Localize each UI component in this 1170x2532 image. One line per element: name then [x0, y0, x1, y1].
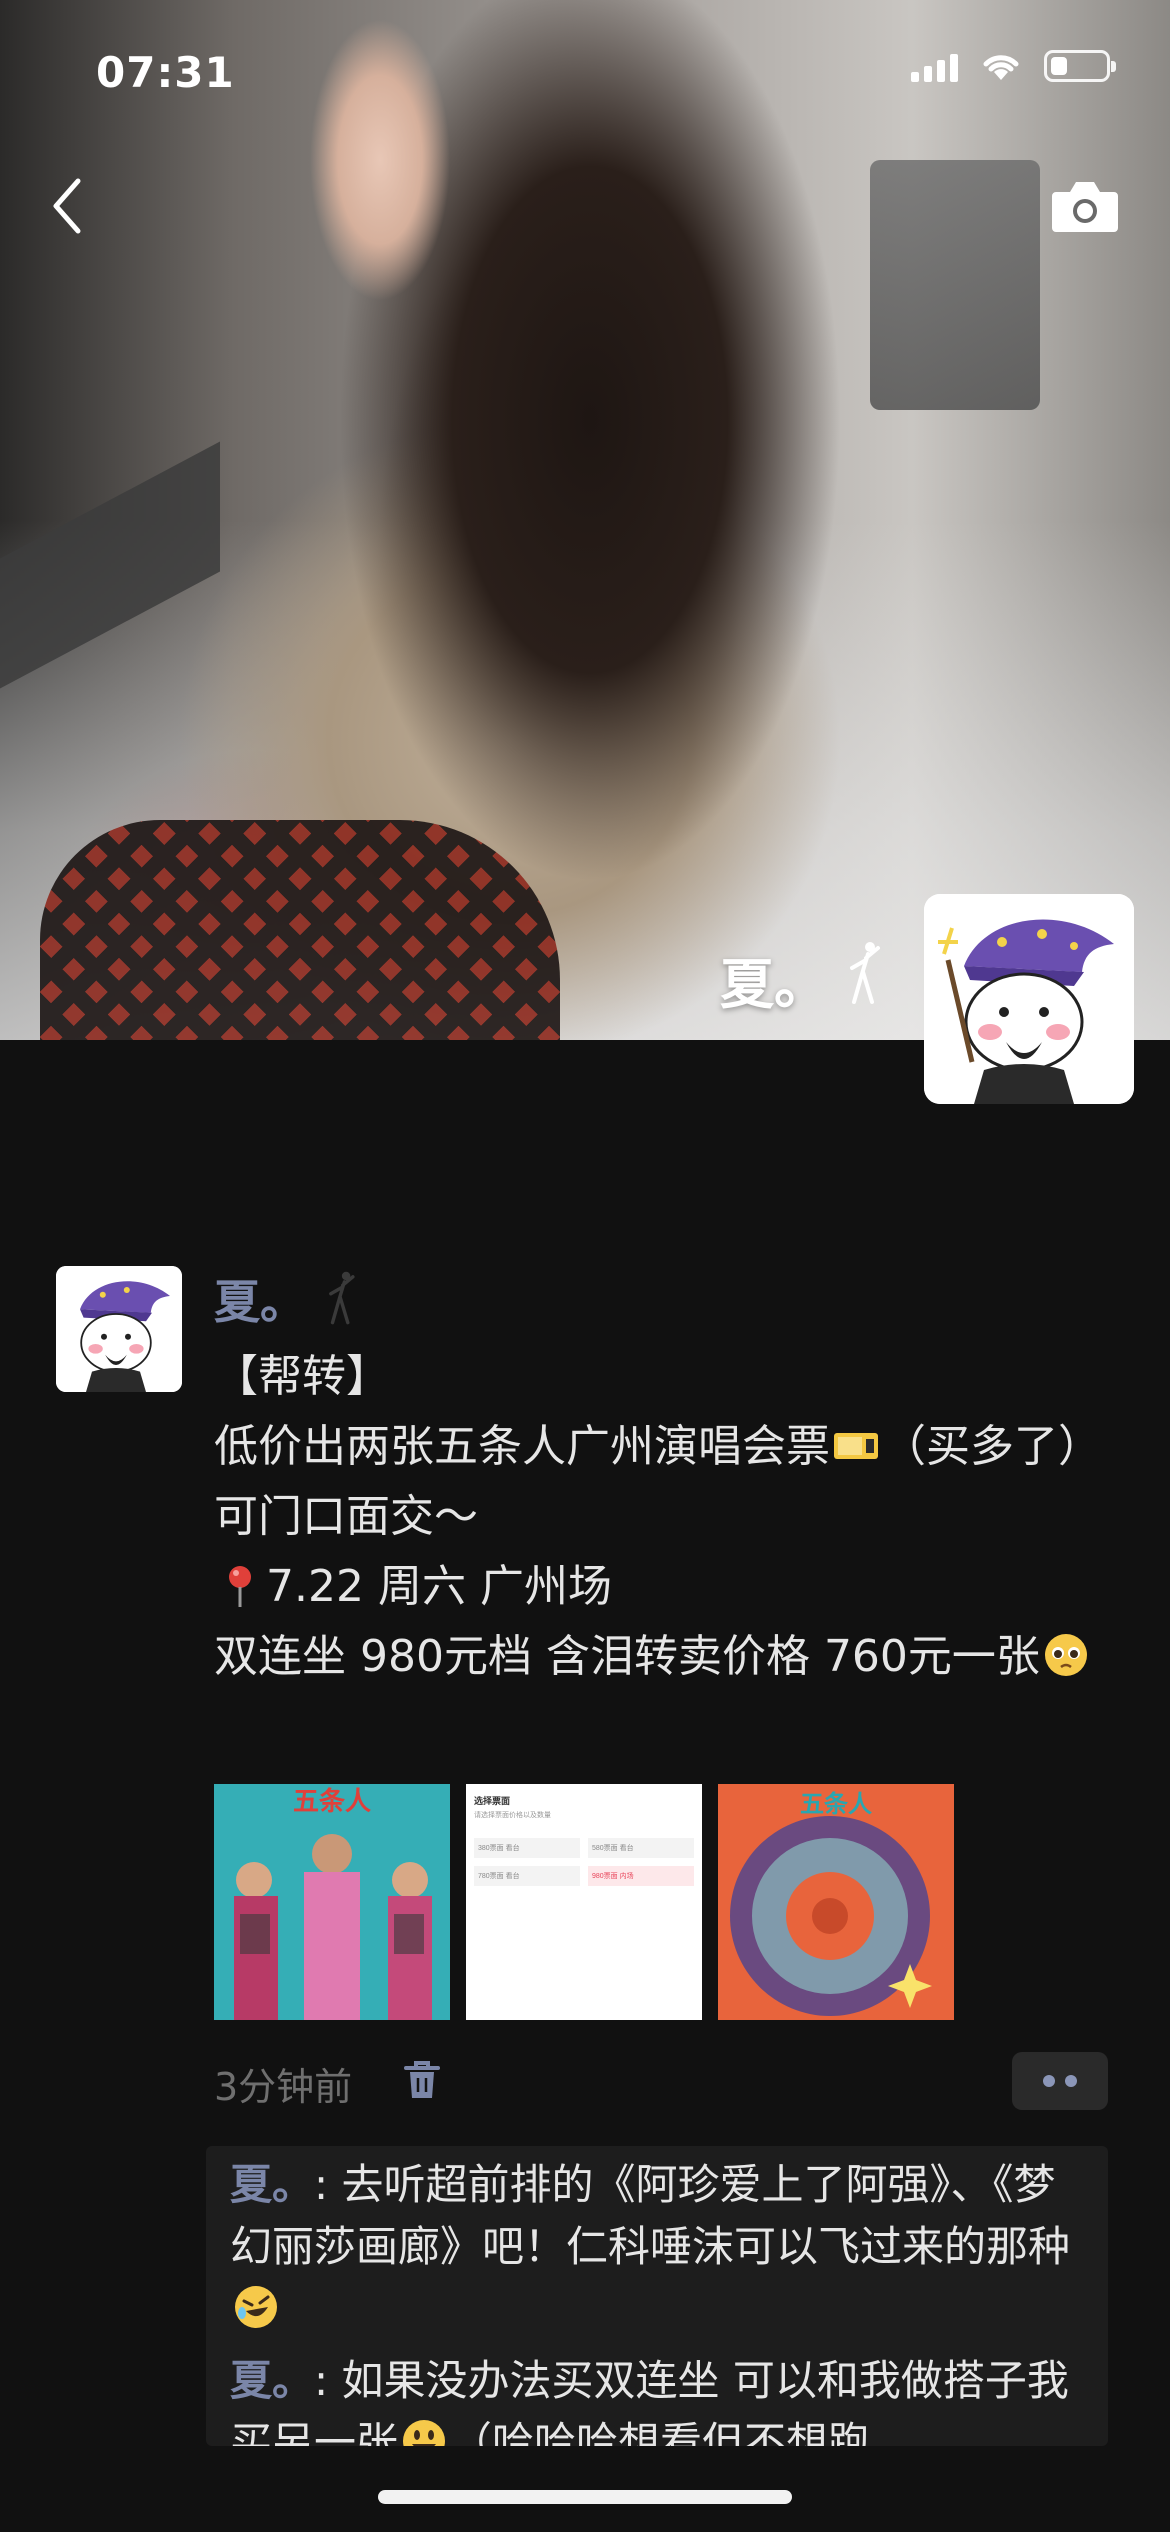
- ticket-screenshot-subheader: 请选择票面价格以及数量: [474, 1812, 551, 1819]
- band-photo-illustration: 五条人: [214, 1784, 450, 2020]
- comment-item[interactable]: 夏。: 去听超前排的《阿珍爱上了阿强》、《梦幻丽莎画廊》吧！仁科唾沫可以飞过来的…: [230, 2154, 1086, 2340]
- cover-photo[interactable]: [0, 0, 1170, 1040]
- round-pushpin-icon: [229, 1566, 251, 1607]
- more-actions-button[interactable]: [1012, 2052, 1108, 2110]
- comment-text: 去听超前排的《阿珍爱上了阿强》、《梦幻丽莎画廊》吧！仁科唾沫可以飞过来的那种: [230, 2160, 1071, 2271]
- post-body: 【帮转】 低价出两张五条人广州演唱会票 （买多了）可门口面交～ 7.22 周六 广…: [214, 1342, 1094, 1692]
- svg-text:五条人: 五条人: [800, 1790, 872, 1818]
- trash-icon[interactable]: [402, 2058, 442, 2102]
- post-line-price: 双连坐 980元档 含泪转卖价格 760元一张: [214, 1622, 1094, 1692]
- svg-text:五条人: 五条人: [293, 1787, 371, 1817]
- wifi-icon: [983, 55, 1019, 80]
- post-line-date-text: 7.22 周六 广州场: [266, 1561, 612, 1612]
- person-figure-icon: [850, 942, 880, 1004]
- album-disc-illustration: 五条人: [718, 1784, 954, 2020]
- wizard-cartoon-avatar: [56, 1266, 182, 1392]
- back-chevron-icon[interactable]: [44, 175, 94, 237]
- post-line-offer: 低价出两张五条人广州演唱会票 （买多了）可门口面交～: [214, 1412, 1094, 1552]
- post-line-offer-text: 低价出两张五条人广州演唱会票: [214, 1421, 830, 1472]
- post-timestamp: 3分钟前: [214, 2065, 353, 2109]
- comment-item[interactable]: 夏。: 如果没办法买双连坐 可以和我做搭子我买另一张 （哈哈哈想看但不想跑: [230, 2350, 1086, 2446]
- post-image-band-photo[interactable]: 五条人: [214, 1784, 450, 2020]
- post-line-date: 7.22 周六 广州场: [214, 1552, 1094, 1622]
- ticket-option: 580票面 看台: [588, 1838, 694, 1858]
- post-line-price-text: 双连坐 980元档 含泪转卖价格 760元一张: [214, 1631, 1040, 1682]
- post-author-avatar[interactable]: [56, 1266, 182, 1392]
- comment-author[interactable]: 夏。: [230, 2356, 314, 2405]
- wizard-cartoon-avatar: [924, 894, 1134, 1104]
- cover-background-bin: [870, 160, 1040, 410]
- person-figure-icon: [329, 1271, 355, 1325]
- status-time: 07:31: [96, 48, 235, 97]
- comment-section: 夏。: 去听超前排的《阿珍爱上了阿强》、《梦幻丽莎画廊》吧！仁科唾沫可以飞过来的…: [206, 2146, 1108, 2446]
- post-image-grid: 五条人 选择票面 请选择票面价格以及数量 380票面 看台 580票面 看台 7…: [214, 1784, 954, 2020]
- post-author-name[interactable]: 夏。: [214, 1266, 306, 1332]
- comment-colon: :: [314, 2160, 329, 2209]
- post-image-album-cover[interactable]: 五条人: [718, 1784, 954, 2020]
- smiley-emoji-icon: [403, 2420, 446, 2446]
- cover-username: 夏。: [720, 953, 828, 1016]
- more-dot-icon: [1043, 2075, 1055, 2087]
- comment-author[interactable]: 夏。: [230, 2160, 314, 2209]
- comment-colon: :: [314, 2356, 329, 2405]
- battery-icon: [1044, 50, 1116, 82]
- profile-avatar-large[interactable]: [924, 894, 1134, 1104]
- cellular-signal-icon: [911, 50, 958, 82]
- rolling-laughing-emoji-icon: [235, 2286, 277, 2328]
- ticket-emoji-icon: [834, 1433, 878, 1459]
- ticket-option: 780票面 看台: [474, 1866, 580, 1886]
- cover-scarf: [40, 820, 560, 1040]
- ticket-option-selected: 980票面 内场: [588, 1866, 694, 1886]
- comment-text-tail: （哈哈哈想看但不想跑: [450, 2418, 871, 2446]
- ticket-option: 380票面 看台: [474, 1838, 580, 1858]
- post-image-ticket-screenshot[interactable]: 选择票面 请选择票面价格以及数量 380票面 看台 580票面 看台 780票面…: [466, 1784, 702, 2020]
- post-line-tag: 【帮转】: [214, 1351, 390, 1402]
- ticket-screenshot-header: 选择票面: [474, 1796, 511, 1806]
- status-icons: [911, 50, 1116, 82]
- home-indicator[interactable]: [378, 2490, 792, 2504]
- cover-face: [290, 0, 450, 330]
- pleading-face-emoji-icon: [1044, 1634, 1087, 1676]
- more-dot-icon: [1065, 2075, 1077, 2087]
- ticket-options: 380票面 看台 580票面 看台 780票面 看台 980票面 内场: [474, 1838, 694, 1886]
- camera-icon[interactable]: [1050, 178, 1120, 234]
